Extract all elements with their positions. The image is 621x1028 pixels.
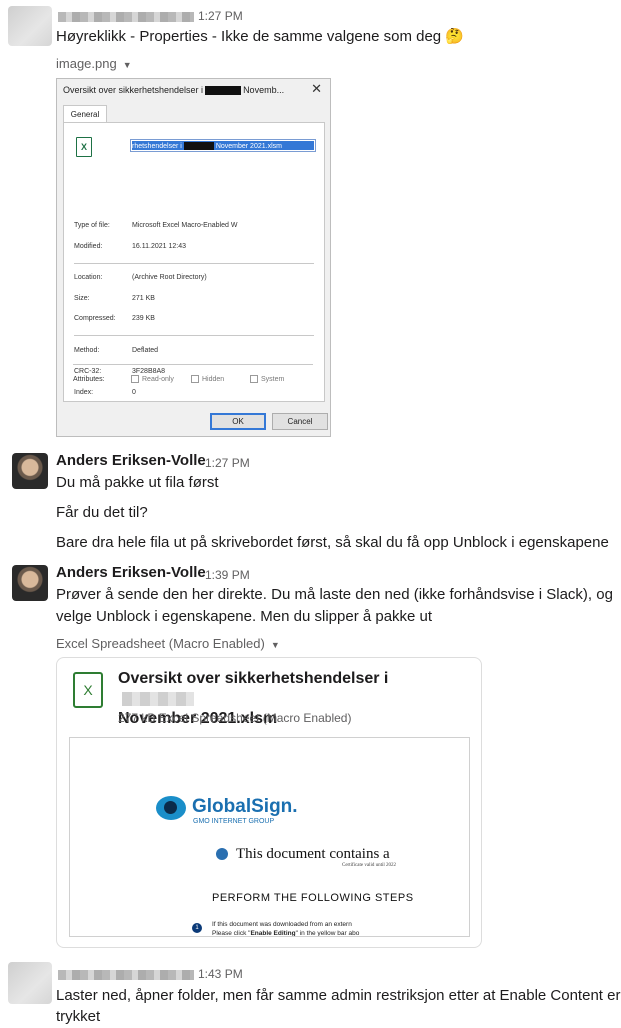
instruction-line1: If this document was downloaded from an … [212,921,352,928]
close-icon: ✕ [311,81,322,96]
ok-button: OK [210,413,266,430]
instruction-line2-bold: Enable Editing [250,930,296,937]
preview-steps-heading: PERFORM THE FOLLOWING STEPS [212,892,414,904]
instruction-line2-post: " in the yellow bar abo [295,930,360,937]
prop-label: Size: [74,295,90,302]
sender-name-redacted[interactable] [58,970,194,980]
certificate-ribbon-icon [216,848,228,860]
dialog-title-end: Novemb... [243,85,285,95]
prop-value: (Archive Root Directory) [132,274,207,281]
chevron-down-icon[interactable]: ▼ [271,640,280,650]
message-text: trykket [56,1008,101,1025]
dialog-title-start: Oversikt over sikkerhetshendelser i [63,85,204,95]
divider [74,335,314,336]
prop-label: Modified: [74,243,103,250]
attachment-filename: image.png [56,56,117,71]
sender-name[interactable]: Anders Eriksen-Volle [56,564,206,581]
checkbox-label: Read-only [142,375,174,383]
prop-value: 239 KB [132,315,155,322]
prop-value: 3F28B8A8 [132,368,166,375]
preview-heading: This document contains a [236,846,390,862]
prop-value: Microsoft Excel Macro-Enabled W [132,222,238,229]
prop-label: CRC-32: [74,368,102,375]
prop-label: Compressed: [74,315,116,322]
file-attachment-card[interactable]: X Oversikt over sikkerhetshendelser i No… [56,657,482,948]
redaction-bar [205,86,242,96]
redaction-bar [183,142,214,150]
avatar[interactable] [12,453,48,489]
message-text: Høyreklikk - Properties - Ikke de samme … [56,28,464,45]
prop-label: Location: [74,274,103,281]
prop-value: Deflated [132,347,159,354]
excel-file-icon: X [73,672,103,708]
chevron-down-icon[interactable]: ▼ [123,60,132,70]
filename-field: rhetshendelser i November 2021.xlsm [130,139,316,152]
avatar[interactable] [8,962,52,1004]
tab-general: General [63,105,107,123]
prop-value: 0 [132,389,136,396]
attachment-type: Excel Spreadsheet (Macro Enabled) [56,636,265,651]
file-preview[interactable]: GlobalSign. GMO INTERNET GROUP This docu… [69,737,470,937]
message-text: Laster ned, åpner folder, men får samme … [56,987,621,1004]
file-title-line1: Oversikt over sikkerhetshendelser i [118,670,389,687]
sender-name-redacted[interactable] [58,12,194,22]
filename-end: November 2021.xlsm [215,143,282,150]
prop-value: 271 KB [132,295,155,302]
checkbox-system: System [250,375,284,383]
checkbox-label: System [261,375,285,383]
timestamp[interactable]: 1:43 PM [198,967,243,981]
message-text: Prøver å sende den her direkte. Du må la… [56,586,613,603]
dialog-title: Oversikt over sikkerhetshendelser i Novem… [63,85,285,96]
preview-cert-note: Certificate valid until 2022 [342,863,397,868]
message-text: Bare dra hele fila ut på skrivebordet fø… [56,534,609,551]
dialog-panel: X rhetshendelser i November 2021.xlsm Typ… [63,122,325,402]
redaction-blur [122,691,194,706]
checkbox-read-only: Read-only [131,375,174,383]
filename-start: rhetshendelser i [132,143,182,150]
timestamp[interactable]: 1:27 PM [198,9,243,23]
attachment-label[interactable]: Excel Spreadsheet (Macro Enabled) ▼ [56,636,280,651]
timestamp[interactable]: 1:27 PM [205,456,250,470]
avatar[interactable] [12,565,48,601]
prop-label: Type of file: [74,222,110,229]
divider [74,263,314,264]
prop-label: Method: [74,347,100,354]
message-text: velge Unblock i egenskapene. Men du slip… [56,608,433,625]
instruction-line2-pre: Please click " [212,930,251,937]
checkbox-label: Hidden [202,375,225,383]
prop-label: Index: [74,389,94,396]
message-text: Du må pakke ut fila først [56,474,219,491]
attributes-label: Attributes: [73,376,105,383]
logo-subtext: GMO INTERNET GROUP [193,818,275,825]
divider [73,364,313,365]
sender-name[interactable]: Anders Eriksen-Volle [56,452,206,469]
prop-value: 16.11.2021 12:43 [132,243,186,250]
filename-selection: rhetshendelser i November 2021.xlsm [132,141,314,150]
message-text: Får du det til? [56,504,148,521]
timestamp[interactable]: 1:39 PM [205,568,250,582]
avatar[interactable] [8,6,52,46]
preview-instructions: If this document was downloaded from an … [212,920,360,937]
cancel-button: Cancel [272,413,328,430]
properties-dialog-image[interactable]: Oversikt over sikkerhetshendelser i Novem… [56,78,331,437]
globalsign-eye-icon [156,796,186,820]
attachment-label[interactable]: image.png ▼ [56,56,132,71]
excel-file-icon: X [76,137,92,157]
checkbox-hidden: Hidden [191,375,224,383]
file-meta: 277 kB Excel Spreadsheet (Macro Enabled) [118,711,352,725]
step-number: 1 [192,923,202,933]
logo-text: GlobalSign. [192,796,298,817]
